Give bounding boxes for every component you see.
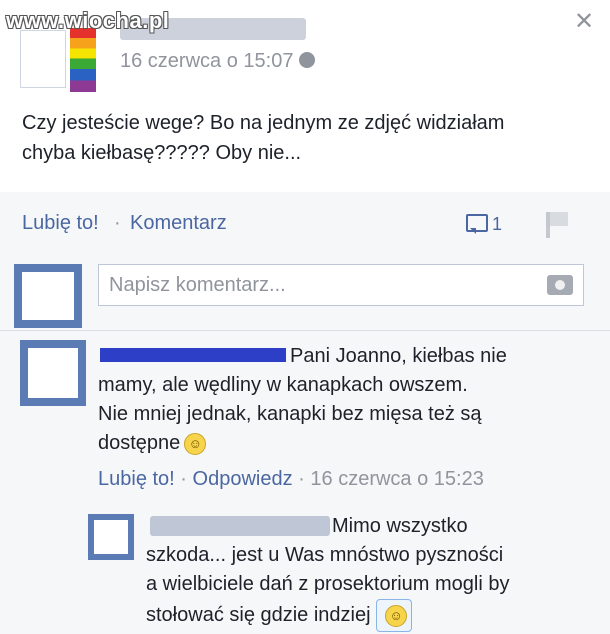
smile-emoji-icon: ☺	[376, 599, 413, 632]
post-text-line: Czy jesteście wege? Bo na jednym ze zdję…	[22, 112, 505, 134]
comment-input-placeholder[interactable]: Napisz komentarz...	[109, 274, 286, 297]
post-author-avatar[interactable]	[20, 30, 66, 88]
flag-icon-body[interactable]	[550, 212, 568, 226]
comment-body: Pani Joanno, kiełbas nie mamy, ale wędli…	[98, 342, 558, 458]
comment-bubble-icon[interactable]	[466, 214, 488, 234]
like-button[interactable]: Lubię to!	[22, 212, 99, 235]
post-time-text[interactable]: 16 czerwca o 15:07	[120, 50, 293, 72]
smile-face-icon: ☺	[385, 604, 408, 627]
comment-text-line: Nie mniej jednak, kanapki bez mięsa też …	[98, 403, 482, 425]
comment-timestamp[interactable]: 16 czerwca o 15:23	[310, 468, 483, 490]
reply-text-line: szkoda... jest u Was mnóstwo pyszności	[146, 544, 504, 566]
reply-body: Mimo wszystko szkoda... jest u Was mnóst…	[146, 512, 586, 632]
post-card: www.wiocha.pl 16 czerwca o 15:07 ✕ Czy j…	[0, 0, 610, 192]
current-user-avatar	[14, 264, 82, 328]
comments-section: Napisz komentarz... Pani Joanno, kiełbas…	[0, 254, 610, 634]
reply-text-line: Mimo wszystko	[332, 515, 468, 537]
reply-text-line: a wielbiciele dań z prosektorium mogli b…	[146, 573, 510, 595]
meta-separator: ·	[298, 468, 305, 490]
post-timestamp[interactable]: 16 czerwca o 15:07	[120, 50, 316, 73]
comment-text-line: mamy, ale wędliny w kanapkach owszem.	[98, 374, 468, 396]
smile-emoji-icon: ☺	[184, 432, 207, 455]
action-separator: ·	[114, 212, 121, 234]
comment-input[interactable]: Napisz komentarz...	[98, 264, 584, 306]
rainbow-flag-image	[70, 28, 96, 92]
post-text-line: chyba kiełbasę????? Oby nie...	[22, 142, 302, 164]
meta-separator: ·	[180, 468, 187, 490]
post-body: Czy jesteście wege? Bo na jednym ze zdję…	[22, 108, 590, 168]
watermark: www.wiocha.pl	[6, 8, 170, 33]
divider	[0, 330, 610, 331]
comment-reply-link[interactable]: Odpowiedz	[193, 468, 293, 490]
comment-like-link[interactable]: Lubię to!	[98, 468, 175, 490]
close-icon[interactable]: ✕	[574, 10, 594, 34]
reply-author-avatar[interactable]	[88, 514, 134, 560]
reply-text-line: stołować się gdzie indziej	[146, 603, 371, 626]
comment-author-avatar[interactable]	[20, 340, 86, 406]
post-actions-bar: Lubię to! · Komentarz 1	[0, 192, 610, 254]
comment-meta: Lubię to! · Odpowiedz · 16 czerwca o 15:…	[98, 468, 484, 491]
comment-count[interactable]: 1	[492, 214, 502, 235]
comment-text-line: dostępne	[98, 432, 181, 454]
comment-text-line: Pani Joanno, kiełbas nie	[290, 345, 507, 367]
globe-icon	[299, 51, 316, 68]
comment-button[interactable]: Komentarz	[130, 212, 227, 235]
camera-icon[interactable]	[547, 275, 573, 295]
